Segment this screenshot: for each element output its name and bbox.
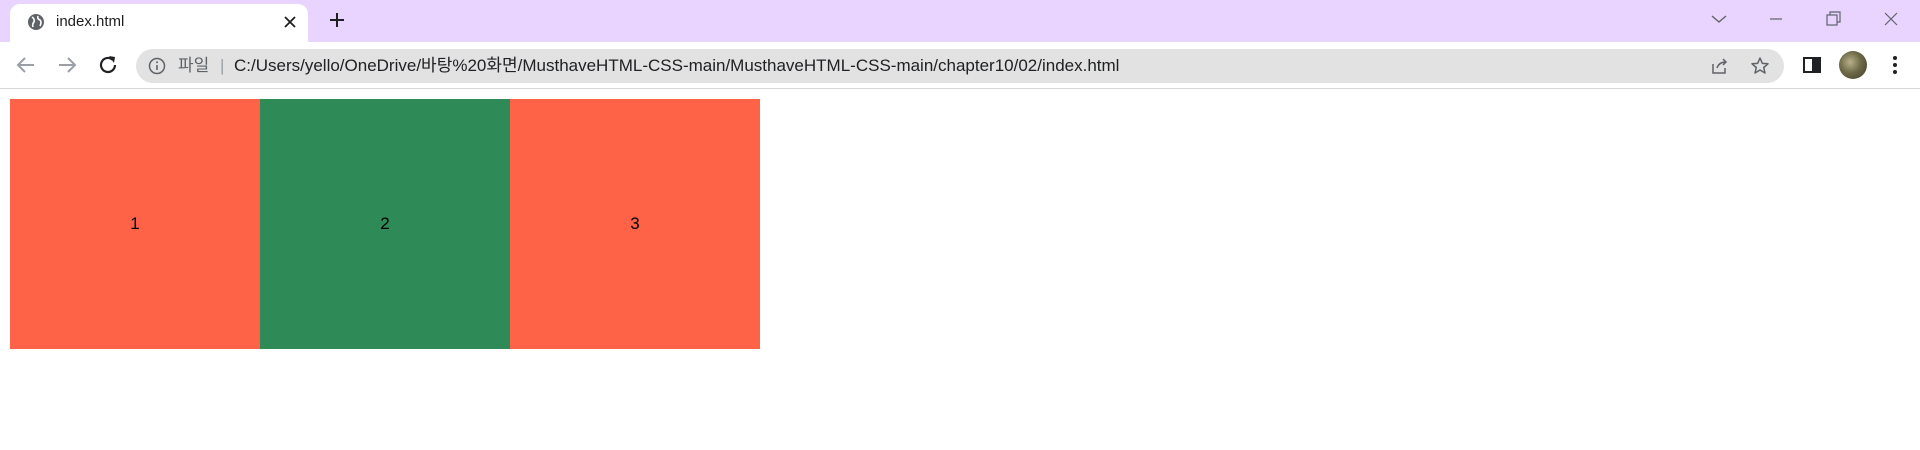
flex-container: 1 2 3 [10,99,760,349]
scheme-separator: | [220,56,225,75]
box-label: 1 [130,214,140,233]
restore-icon[interactable] [1818,6,1848,32]
avatar[interactable] [1839,51,1867,79]
reload-icon[interactable] [96,53,120,77]
browser-tab[interactable]: index.html [10,4,308,42]
url-text[interactable]: C:/Users/yello/OneDrive/바탕%20화면/Musthave… [234,55,1119,77]
side-panel-icon[interactable] [1802,55,1822,75]
close-icon[interactable] [282,14,298,30]
back-arrow-icon[interactable] [14,53,38,77]
page-viewport: 1 2 3 [0,89,1920,450]
browser-toolbar: 파일 | C:/Users/yello/OneDrive/바탕%20화면/Mus… [0,42,1920,89]
box-2: 2 [260,99,510,349]
plus-icon[interactable] [326,9,348,31]
minimize-icon[interactable] [1761,6,1791,32]
star-icon[interactable] [1750,56,1770,76]
tab-strip: index.html [0,0,1920,42]
box-label: 3 [630,214,640,233]
share-icon[interactable] [1710,56,1730,76]
tab-title: index.html [56,13,125,30]
info-icon[interactable] [148,57,166,75]
window-close-icon[interactable] [1876,6,1906,32]
kebab-menu-icon[interactable] [1884,54,1906,76]
box-label: 2 [380,214,390,233]
globe-icon [28,14,44,30]
forward-arrow-icon[interactable] [55,53,79,77]
chevron-down-icon[interactable] [1704,6,1734,32]
scheme-label: 파일 [178,56,210,75]
address-bar[interactable]: 파일 | C:/Users/yello/OneDrive/바탕%20화면/Mus… [136,49,1784,83]
box-3: 3 [510,99,760,349]
box-1: 1 [10,99,260,349]
